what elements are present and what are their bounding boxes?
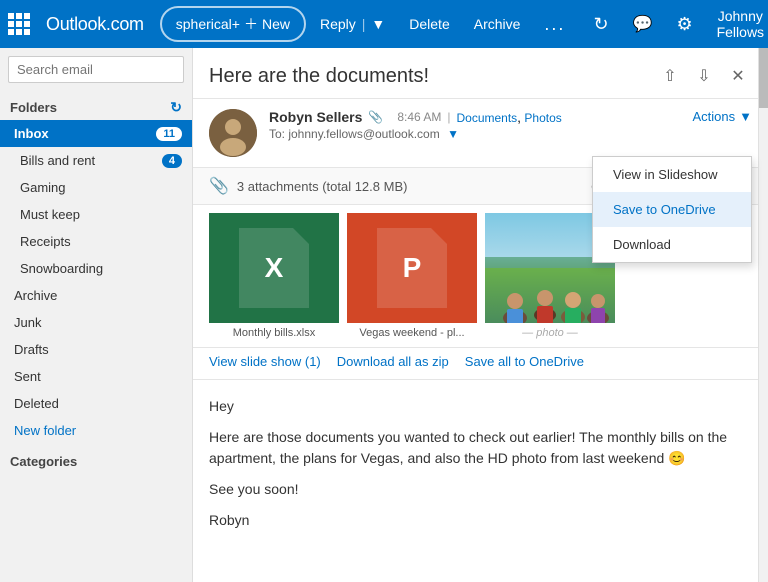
- ppt-doc-icon: P: [377, 228, 447, 308]
- prev-email-button[interactable]: ⇧: [656, 62, 684, 90]
- actions-chevron-icon: ▼: [739, 109, 752, 124]
- user-name-button[interactable]: Johnny Fellows: [707, 6, 768, 42]
- top-navigation: Outlook.com spherical+ ＋ New Reply | ▼ D…: [0, 0, 768, 48]
- more-options-button[interactable]: ...: [534, 6, 575, 42]
- sender-tags: Documents, Photos: [456, 110, 561, 125]
- expand-to-icon[interactable]: ▼: [447, 127, 459, 141]
- new-folder-link[interactable]: New folder: [0, 417, 192, 444]
- photo-people: [485, 319, 615, 323]
- excel-filename: Monthly bills.xlsx: [209, 327, 339, 339]
- sidebar-item-inbox[interactable]: Inbox 11: [0, 120, 192, 147]
- tag-documents[interactable]: Documents: [456, 111, 517, 125]
- app-grid-button[interactable]: [8, 8, 30, 40]
- body-main: Here are those documents you wanted to c…: [209, 427, 752, 469]
- body-greeting: Hey: [209, 396, 752, 417]
- email-view: Here are the documents! ⇧ ⇩ ✕ Robyn Sell…: [193, 48, 768, 582]
- close-email-button[interactable]: ✕: [724, 62, 752, 90]
- save-onedrive-link[interactable]: Save all to OneDrive: [465, 354, 584, 369]
- reply-dropdown-icon: ▼: [371, 16, 385, 32]
- sidebar-item-bills[interactable]: Bills and rent 4: [0, 147, 192, 174]
- folders-header: Folders ↻: [0, 91, 192, 120]
- sidebar-item-gaming[interactable]: Gaming: [0, 174, 192, 201]
- reply-button[interactable]: Reply | ▼: [310, 6, 395, 42]
- email-subject: Here are the documents!: [209, 65, 429, 88]
- sidebar: 🔍 Folders ↻ Inbox 11 Bills and rent 4 Ga…: [0, 48, 193, 582]
- view-slideshow-link[interactable]: View slide show (1): [209, 354, 321, 369]
- attach-paperclip-icon: 📎: [368, 110, 383, 124]
- bills-badge: 4: [162, 154, 182, 168]
- sidebar-item-deleted[interactable]: Deleted: [0, 390, 192, 417]
- email-nav-icons: ⇧ ⇩ ✕: [656, 62, 752, 90]
- grid-icon: [8, 13, 30, 35]
- email-header: Here are the documents! ⇧ ⇩ ✕: [193, 48, 768, 99]
- excel-doc-icon: X: [239, 228, 309, 308]
- sender-name: Robyn Sellers: [269, 109, 362, 125]
- email-body: Hey Here are those documents you wanted …: [193, 380, 768, 582]
- actions-button[interactable]: Actions ▼: [692, 109, 752, 124]
- sender-to: To: johnny.fellows@outlook.com ▼: [269, 127, 692, 141]
- attachment-links: View slide show (1) Download all as zip …: [193, 348, 768, 380]
- delete-button[interactable]: Delete: [399, 6, 459, 42]
- new-button[interactable]: spherical+ ＋ New: [160, 6, 306, 42]
- attachment-ppt[interactable]: P Vegas weekend - pl...: [347, 213, 485, 339]
- dropdown-item-slideshow[interactable]: View in Slideshow: [593, 157, 751, 192]
- refresh-icon[interactable]: ↻: [170, 99, 182, 116]
- actions-dropdown: View in Slideshow Save to OneDrive Downl…: [592, 156, 752, 263]
- sidebar-item-drafts[interactable]: Drafts: [0, 336, 192, 363]
- body-closing: See you soon!: [209, 479, 752, 500]
- settings-button[interactable]: ⚙: [666, 6, 702, 42]
- attachment-excel[interactable]: X Monthly bills.xlsx: [209, 213, 347, 339]
- photo-filename: — photo —: [485, 327, 615, 339]
- plus-icon: spherical+: [176, 16, 240, 32]
- app-logo: Outlook.com: [34, 14, 156, 35]
- sidebar-item-archive[interactable]: Archive: [0, 282, 192, 309]
- search-box: 🔍: [8, 56, 184, 83]
- ppt-filename: Vegas weekend - pl...: [347, 327, 477, 339]
- archive-nav-button[interactable]: Archive: [464, 6, 531, 42]
- scrollbar[interactable]: [758, 48, 768, 582]
- sidebar-item-junk[interactable]: Junk: [0, 309, 192, 336]
- download-zip-link[interactable]: Download all as zip: [337, 354, 449, 369]
- pipe-divider: |: [362, 16, 366, 32]
- sidebar-item-receipts[interactable]: Receipts: [0, 228, 192, 255]
- main-layout: 🔍 Folders ↻ Inbox 11 Bills and rent 4 Ga…: [0, 48, 768, 582]
- categories-header: Categories: [0, 444, 192, 473]
- paperclip-icon: 📎: [209, 176, 229, 196]
- body-signature: Robyn: [209, 510, 752, 531]
- inbox-badge: 11: [156, 127, 182, 141]
- sidebar-item-mustkeep[interactable]: Must keep: [0, 201, 192, 228]
- sidebar-item-snowboarding[interactable]: Snowboarding: [0, 255, 192, 282]
- tag-photos[interactable]: Photos: [524, 111, 561, 125]
- search-input[interactable]: [17, 62, 193, 77]
- undo-button[interactable]: ↻: [583, 6, 618, 42]
- sidebar-item-sent[interactable]: Sent: [0, 363, 192, 390]
- next-email-button[interactable]: ⇩: [690, 62, 718, 90]
- sender-avatar: [209, 109, 257, 157]
- send-time: 8:46 AM: [397, 110, 441, 124]
- chat-button[interactable]: 💬: [623, 6, 663, 42]
- dropdown-item-download[interactable]: Download: [593, 227, 751, 262]
- attachments-count: 3 attachments (total 12.8 MB): [237, 179, 408, 194]
- scrollbar-thumb[interactable]: [759, 48, 768, 108]
- sender-info: Robyn Sellers 📎 8:46 AM | Documents, Pho…: [269, 109, 692, 141]
- dropdown-item-onedrive[interactable]: Save to OneDrive: [593, 192, 751, 227]
